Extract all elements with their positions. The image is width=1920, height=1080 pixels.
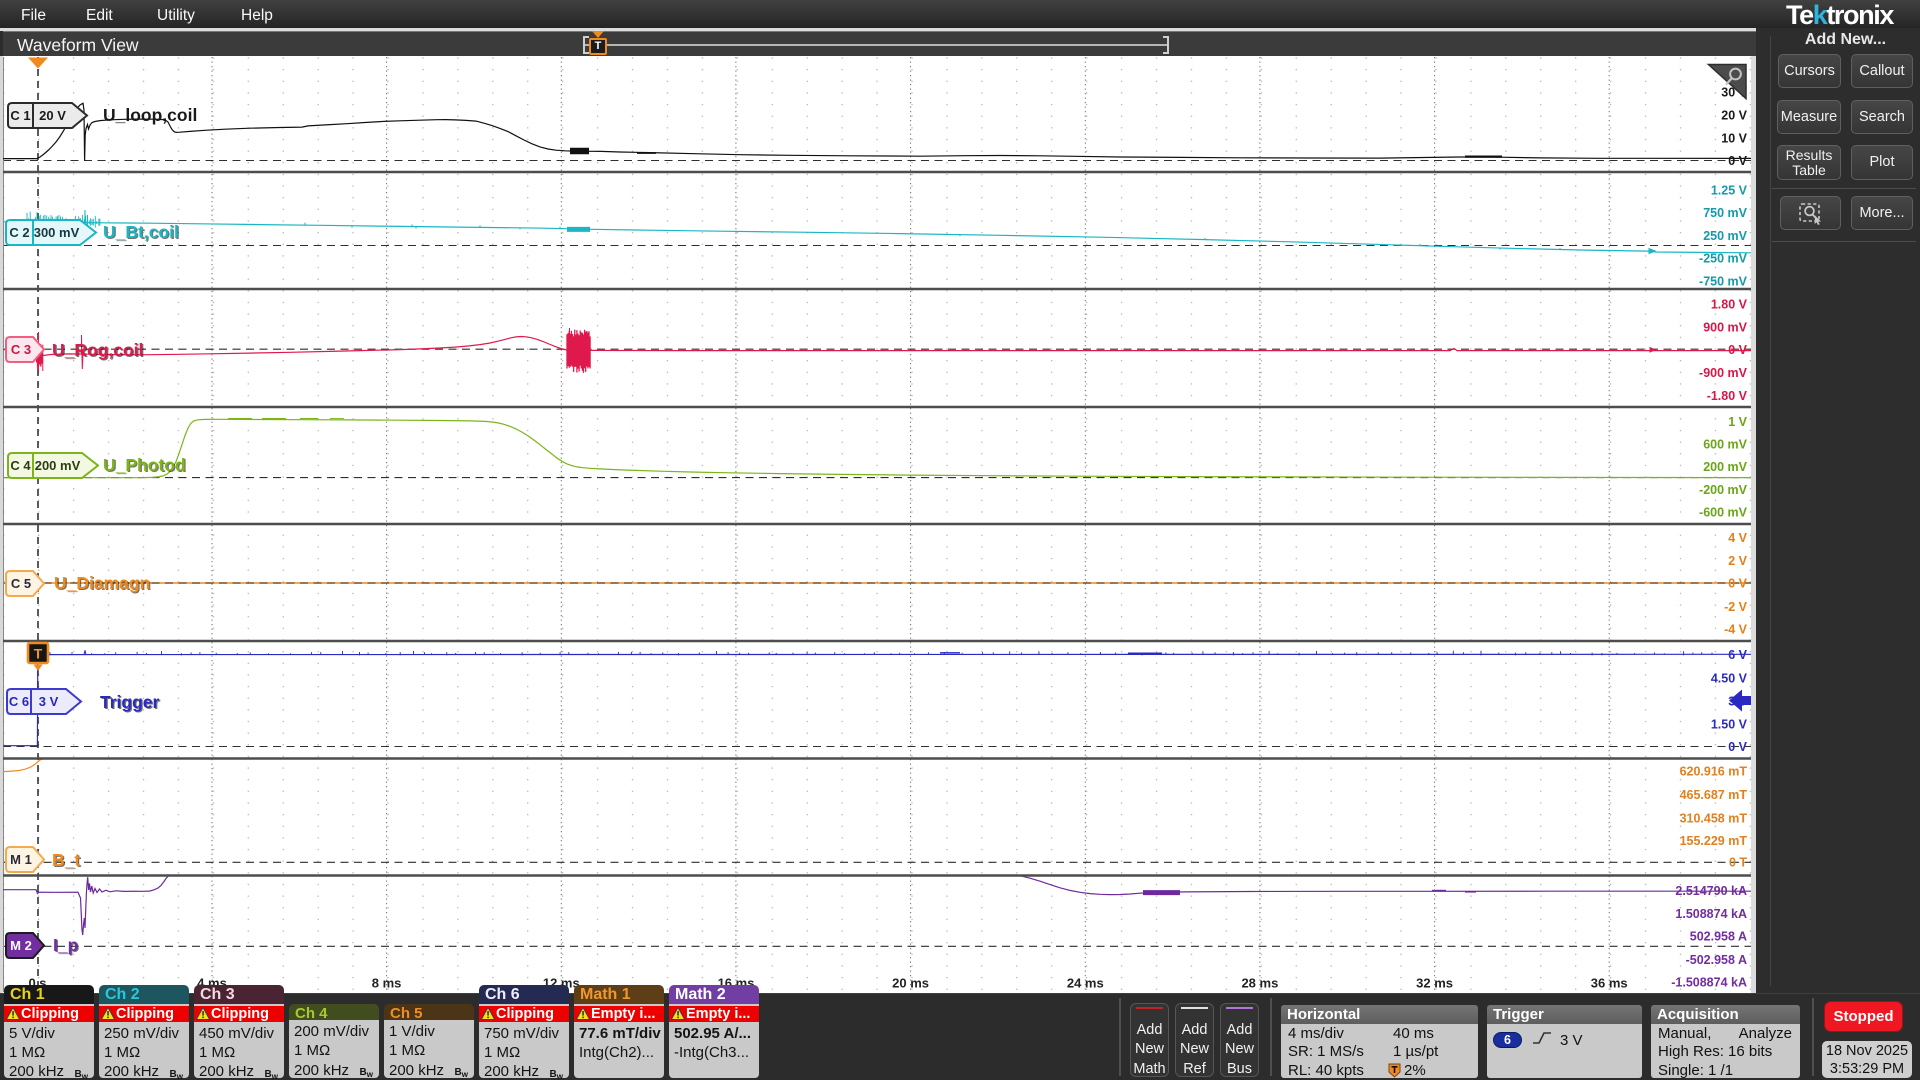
svg-text:C 5: C 5	[11, 576, 31, 591]
svg-text:600 mV: 600 mV	[1703, 437, 1747, 451]
svg-text:2 V: 2 V	[1728, 554, 1747, 568]
svg-text:1 V: 1 V	[1728, 415, 1747, 429]
svg-text:4.50 V: 4.50 V	[1711, 671, 1748, 685]
svg-text:20 ms: 20 ms	[892, 976, 929, 991]
svg-text:20 V: 20 V	[39, 108, 66, 123]
svg-text:155.229 mT: 155.229 mT	[1680, 834, 1748, 848]
svg-text:C 1: C 1	[10, 108, 30, 123]
svg-text:0 V: 0 V	[1728, 740, 1747, 754]
svg-text:28 ms: 28 ms	[1241, 976, 1278, 991]
svg-text:24 ms: 24 ms	[1067, 976, 1104, 991]
svg-text:-502.958 A: -502.958 A	[1686, 953, 1747, 967]
svg-text:750 mV: 750 mV	[1703, 206, 1747, 220]
svg-text:32 ms: 32 ms	[1416, 976, 1453, 991]
svg-text:-250 mV: -250 mV	[1699, 251, 1748, 265]
svg-text:200 mV: 200 mV	[35, 458, 81, 473]
svg-text:1.80 V: 1.80 V	[1711, 297, 1748, 311]
svg-text:I_p: I_p	[53, 935, 78, 955]
svg-text:M 2: M 2	[10, 938, 32, 953]
svg-text:M 1: M 1	[10, 852, 32, 867]
svg-text:0 V: 0 V	[1728, 576, 1747, 590]
svg-text:-900 mV: -900 mV	[1699, 366, 1748, 380]
svg-text:250 mV: 250 mV	[1703, 229, 1747, 243]
svg-text:10 V: 10 V	[1721, 131, 1747, 145]
svg-text:-4 V: -4 V	[1724, 622, 1748, 636]
svg-text:3 V: 3 V	[39, 694, 59, 709]
svg-text:310.458 mT: 310.458 mT	[1680, 811, 1748, 825]
svg-text:1.50 V: 1.50 V	[1711, 717, 1748, 731]
svg-text:620.916 mT: 620.916 mT	[1680, 764, 1748, 778]
svg-text:-750 mV: -750 mV	[1699, 274, 1748, 288]
svg-text:0 V: 0 V	[1728, 154, 1747, 168]
svg-text:C 3: C 3	[11, 342, 31, 357]
svg-text:36 ms: 36 ms	[1591, 976, 1628, 991]
svg-text:4 V: 4 V	[1728, 531, 1747, 545]
svg-text:1.508874 kA: 1.508874 kA	[1675, 907, 1747, 921]
svg-text:U_loop,coil: U_loop,coil	[103, 105, 197, 125]
svg-text:C 4: C 4	[10, 458, 31, 473]
svg-text:C 2: C 2	[9, 225, 29, 240]
svg-text:C 6: C 6	[9, 694, 29, 709]
svg-text:-1.508874 kA: -1.508874 kA	[1671, 975, 1747, 989]
svg-text:-1.80 V: -1.80 V	[1707, 389, 1748, 403]
svg-text:-200 mV: -200 mV	[1699, 483, 1748, 497]
svg-text:-600 mV: -600 mV	[1699, 505, 1748, 519]
svg-text:200 mV: 200 mV	[1703, 460, 1747, 474]
svg-text:U_Diamagn: U_Diamagn	[54, 573, 150, 593]
svg-text:20 V: 20 V	[1721, 108, 1747, 122]
svg-text:Trigger: Trigger	[100, 692, 160, 712]
svg-text:8 ms: 8 ms	[372, 976, 402, 991]
svg-text:T: T	[34, 646, 43, 662]
svg-text:6 V: 6 V	[1728, 648, 1747, 662]
svg-text:465.687 mT: 465.687 mT	[1680, 788, 1748, 802]
svg-text:-2 V: -2 V	[1724, 600, 1748, 614]
svg-text:300 mV: 300 mV	[34, 225, 80, 240]
svg-text:U_Bt,coil: U_Bt,coil	[103, 222, 179, 242]
svg-text:U_Photod: U_Photod	[103, 455, 186, 475]
svg-text:0 T: 0 T	[1729, 855, 1747, 869]
svg-text:0 V: 0 V	[1728, 343, 1747, 357]
svg-text:2.514790 kA: 2.514790 kA	[1675, 884, 1747, 898]
svg-text:900 mV: 900 mV	[1703, 320, 1747, 334]
svg-text:1.25 V: 1.25 V	[1711, 183, 1748, 197]
svg-text:502.958 A: 502.958 A	[1690, 929, 1747, 943]
svg-text:U_Rog,coil: U_Rog,coil	[52, 340, 143, 360]
svg-text:B_t: B_t	[52, 850, 80, 870]
